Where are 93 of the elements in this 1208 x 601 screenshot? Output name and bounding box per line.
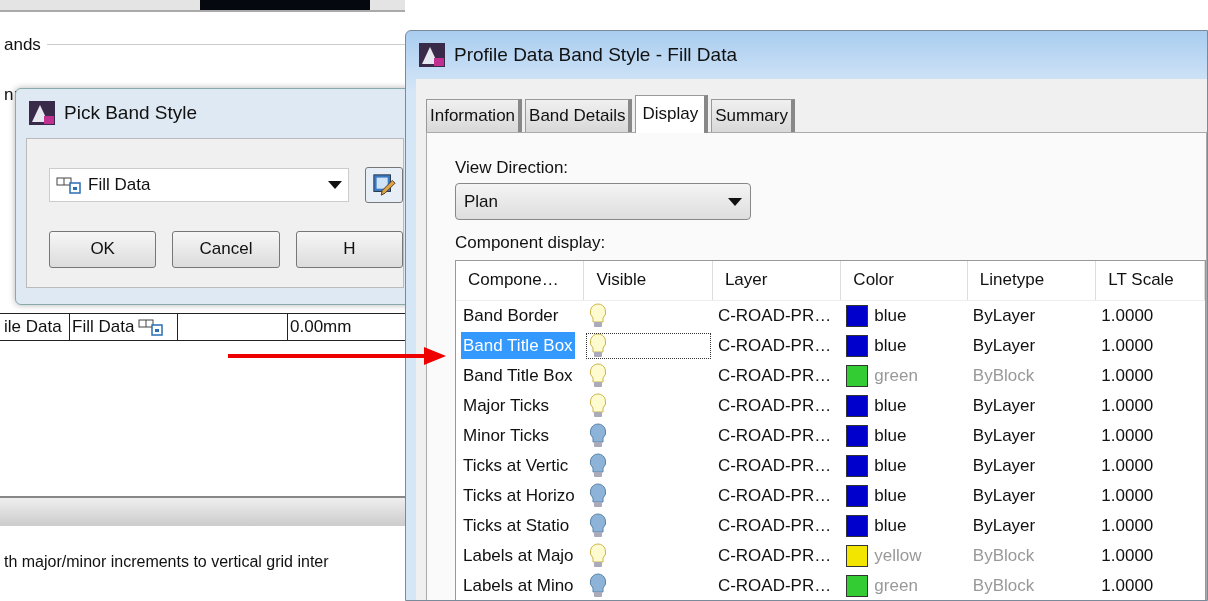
dropdown-caret-icon	[728, 197, 742, 206]
color-name: green	[874, 574, 918, 597]
cell-text: 0.00mm	[290, 316, 352, 338]
table-cell-text: 1.0000	[1100, 394, 1155, 417]
cell-text: Fill Data	[72, 316, 135, 338]
field-label: View Direction:	[455, 156, 570, 179]
table-cell[interactable]: Band Title Box	[456, 360, 585, 391]
table-cell[interactable]: Ticks at Vertic	[456, 450, 585, 481]
table-cell-text: 1.0000	[1100, 364, 1155, 387]
color-name: blue	[874, 304, 907, 327]
table-cell-text: C-ROAD-PR…	[716, 514, 833, 537]
tab[interactable]: Display	[635, 95, 709, 133]
dropdown-caret-icon	[328, 180, 342, 189]
table-cell-text: 1.0000	[1100, 424, 1155, 447]
table-cell-text: C-ROAD-PR…	[716, 364, 833, 387]
style-dropdown[interactable]: Fill Data	[49, 167, 349, 202]
color-swatch[interactable]	[846, 304, 869, 327]
edit-pencil-icon	[372, 171, 396, 198]
column-header[interactable]: Compone…	[456, 260, 585, 300]
column-header[interactable]: Color	[841, 260, 968, 300]
dialog-button[interactable]: OK	[49, 230, 157, 268]
column-header[interactable]: Linetype	[967, 260, 1097, 300]
band-icon	[56, 175, 82, 194]
color-swatch[interactable]	[846, 574, 869, 597]
color-swatch[interactable]	[846, 454, 869, 477]
column-header[interactable]: Layer	[712, 260, 842, 300]
color-name: blue	[874, 454, 907, 477]
color-name: green	[874, 364, 918, 387]
cell-text: ile Data	[4, 316, 62, 338]
column-header[interactable]: LT Scale	[1096, 260, 1205, 300]
color-name: blue	[874, 484, 907, 507]
view-direction-dropdown[interactable]: Plan	[455, 183, 751, 220]
column-header[interactable]: Visible	[584, 260, 713, 300]
app-logo-icon	[418, 42, 446, 68]
table-cell[interactable]: Ticks at Horizo	[456, 480, 585, 511]
dialog-title: Pick Band Style	[64, 101, 198, 125]
table-cell-text: 1.0000	[1100, 514, 1155, 537]
table-cell[interactable]: Labels at Majo	[456, 540, 585, 571]
table-cell-text: C-ROAD-PR…	[716, 304, 833, 327]
band-icon	[138, 318, 165, 336]
group-label: ands	[4, 34, 41, 56]
tab[interactable]: Band Details	[525, 99, 633, 132]
tab[interactable]: Information	[426, 99, 523, 132]
table-cell-text: C-ROAD-PR…	[716, 454, 833, 477]
dialog-button[interactable]: H	[295, 230, 403, 268]
table-cell-text: C-ROAD-PR…	[716, 394, 833, 417]
color-name: yellow	[874, 544, 922, 567]
table-cell-text: 1.0000	[1100, 484, 1155, 507]
color-name: blue	[874, 424, 907, 447]
color-swatch[interactable]	[846, 514, 869, 537]
table-cell-text: ByBlock	[971, 544, 1036, 567]
table-cell-text: ByLayer	[971, 424, 1037, 447]
table-cell-text: ByLayer	[971, 394, 1037, 417]
table-cell-text: ByLayer	[971, 454, 1037, 477]
dialog-title: Profile Data Band Style - Fill Data	[454, 42, 737, 67]
color-swatch[interactable]	[846, 424, 869, 447]
table-cell-text: 1.0000	[1100, 334, 1155, 357]
table-cell-text: ByLayer	[971, 334, 1037, 357]
table-cell-text: C-ROAD-PR…	[716, 574, 833, 597]
color-name: blue	[874, 334, 907, 357]
table-cell-text: ByLayer	[971, 304, 1037, 327]
color-name: blue	[874, 394, 907, 417]
color-swatch[interactable]	[846, 484, 869, 507]
description-text: th major/minor increments to vertical grid inter	[3, 552, 330, 572]
table-cell[interactable]: Major Ticks	[456, 390, 585, 421]
table-cell-text: C-ROAD-PR…	[716, 424, 833, 447]
splitter-bar[interactable]	[0, 496, 405, 526]
table-cell-text: 1.0000	[1100, 574, 1155, 597]
dialog-button[interactable]: Cancel	[172, 230, 280, 268]
table-cell-text: ByBlock	[971, 364, 1036, 387]
color-swatch[interactable]	[846, 334, 869, 357]
table-cell-text: ByBlock	[971, 574, 1036, 597]
table-cell[interactable]: Minor Ticks	[456, 420, 585, 451]
table-cell[interactable]: Labels at Mino	[456, 570, 585, 600]
table-cell-text: C-ROAD-PR…	[716, 484, 833, 507]
color-swatch[interactable]	[846, 364, 869, 387]
color-name: blue	[874, 514, 907, 537]
edit-style-button[interactable]	[365, 166, 403, 203]
table-cell-text: C-ROAD-PR…	[716, 334, 833, 357]
table-cell-text: C-ROAD-PR…	[716, 544, 833, 567]
table-cell[interactable]: Ticks at Statio	[456, 510, 585, 541]
table-cell[interactable]: Band Border	[456, 300, 585, 331]
table-cell-text: ByLayer	[971, 514, 1037, 537]
tab[interactable]: Summary	[711, 99, 795, 132]
lightbulb-icon[interactable]	[589, 332, 608, 359]
color-swatch[interactable]	[846, 394, 869, 417]
field-label: Component display:	[455, 232, 607, 254]
table-cell-text: ByLayer	[971, 484, 1037, 507]
color-swatch[interactable]	[846, 544, 869, 567]
app-logo-icon	[28, 100, 56, 127]
table-cell-text: 1.0000	[1100, 544, 1155, 567]
table-cell-text: 1.0000	[1100, 304, 1155, 327]
table-cell-text: 1.0000	[1100, 454, 1155, 477]
